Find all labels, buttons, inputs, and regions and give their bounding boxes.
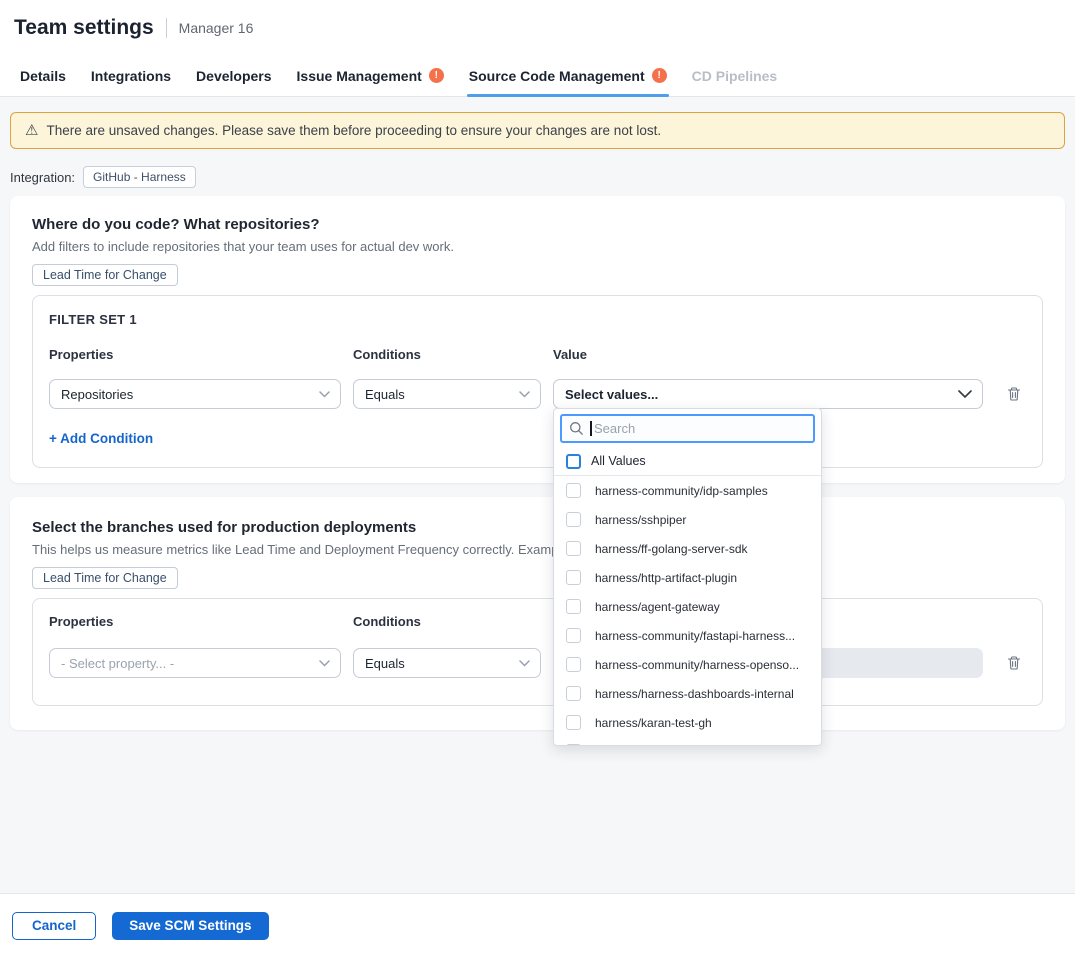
properties-select[interactable]: - Select property... -: [49, 648, 341, 678]
list-item[interactable]: harness-community/fastapi-harness...: [554, 621, 821, 650]
page-title: Team settings: [14, 16, 154, 40]
integration-label: Integration:: [10, 170, 75, 185]
tab-label: Integrations: [91, 68, 171, 84]
tab-details[interactable]: Details: [18, 55, 68, 96]
filter-row: - Select property... - Equals: [49, 648, 1026, 678]
lead-time-tag: Lead Time for Change: [32, 567, 178, 589]
checkbox[interactable]: [566, 541, 581, 556]
checkbox[interactable]: [566, 686, 581, 701]
section-title: Where do you code? What repositories?: [32, 216, 1043, 233]
chevron-down-icon: [958, 390, 972, 399]
list-item[interactable]: harness/harness-dashboards-internal: [554, 679, 821, 708]
add-condition-button[interactable]: + Add Condition: [49, 431, 153, 446]
properties-label: Properties: [49, 347, 341, 362]
section-subtitle: This helps us measure metrics like Lead …: [32, 542, 1043, 557]
branches-card: Select the branches used for production …: [10, 497, 1065, 730]
chevron-down-icon: [319, 391, 330, 398]
value-label: Value: [553, 347, 983, 362]
repositories-card: Where do you code? What repositories? Ad…: [10, 196, 1065, 483]
list-item[interactable]: harness/ff-golang-server-sdk: [554, 534, 821, 563]
tab-issue-management[interactable]: Issue Management !: [295, 55, 446, 96]
footer-actions: Cancel Save SCM Settings: [0, 893, 1075, 954]
page-header: Team settings Manager 16: [0, 0, 1075, 55]
list-item[interactable]: harness/agent-gateway: [554, 592, 821, 621]
section-subtitle: Add filters to include repositories that…: [32, 239, 1043, 254]
list-item[interactable]: harness/sshpiper: [554, 505, 821, 534]
chevron-down-icon: [519, 660, 530, 667]
value-dropdown-panel: All Values harness-community/idp-samples…: [553, 408, 822, 746]
value-multiselect[interactable]: Select values...: [553, 379, 983, 409]
properties-select-placeholder: - Select property... -: [61, 656, 174, 671]
tab-source-code-management[interactable]: Source Code Management !: [467, 55, 669, 96]
cancel-button[interactable]: Cancel: [12, 912, 96, 940]
filter-column-labels: Properties Conditions: [49, 614, 1026, 629]
search-icon: [569, 421, 584, 436]
tab-integrations[interactable]: Integrations: [89, 55, 173, 96]
dropdown-search: [560, 414, 815, 443]
all-values-label: All Values: [591, 454, 646, 468]
banner-text: There are unsaved changes. Please save t…: [46, 123, 661, 138]
integration-row: Integration: GitHub - Harness: [10, 166, 1065, 188]
properties-select-value: Repositories: [61, 387, 133, 402]
list-item[interactable]: harness/karan-test-gh: [554, 708, 821, 737]
unsaved-changes-banner: ⚠ There are unsaved changes. Please save…: [10, 112, 1065, 149]
properties-label: Properties: [49, 614, 341, 629]
checkbox[interactable]: [566, 657, 581, 672]
section-title: Select the branches used for production …: [32, 519, 1043, 536]
checkbox[interactable]: [566, 570, 581, 585]
title-divider: [166, 18, 167, 38]
tab-label: Source Code Management: [469, 68, 645, 84]
tab-label: Details: [20, 68, 66, 84]
chevron-down-icon: [319, 660, 330, 667]
checkbox[interactable]: [566, 454, 581, 469]
conditions-select[interactable]: Equals: [353, 648, 541, 678]
list-item[interactable]: harness-community/harness-openso...: [554, 650, 821, 679]
checkbox[interactable]: [566, 715, 581, 730]
all-values-option[interactable]: All Values: [554, 447, 821, 476]
filter-row: Repositories Equals Select values...: [49, 379, 1026, 409]
main-content: ⚠ There are unsaved changes. Please save…: [0, 97, 1075, 730]
trash-icon: [1006, 655, 1022, 671]
text-cursor: [590, 421, 592, 436]
checkbox[interactable]: [566, 744, 581, 746]
properties-select[interactable]: Repositories: [49, 379, 341, 409]
alert-badge-icon: !: [429, 68, 444, 83]
conditions-select[interactable]: Equals: [353, 379, 541, 409]
warning-triangle-icon: ⚠: [25, 123, 38, 138]
tab-label: Developers: [196, 68, 271, 84]
page-subtitle: Manager 16: [179, 20, 254, 36]
tab-developers[interactable]: Developers: [194, 55, 273, 96]
list-item-partial[interactable]: harness/internal-test-dashboard: [554, 737, 821, 746]
filter-column-labels: Properties Conditions Value: [49, 347, 1026, 362]
filter-set-1: FILTER SET 1 Properties Conditions Value…: [32, 295, 1043, 468]
checkbox[interactable]: [566, 628, 581, 643]
checkbox[interactable]: [566, 512, 581, 527]
conditions-select-value: Equals: [365, 387, 405, 402]
trash-icon: [1006, 386, 1022, 402]
filter-set-title: FILTER SET 1: [49, 312, 1026, 327]
tab-label: CD Pipelines: [692, 68, 778, 84]
value-select-placeholder: Select values...: [565, 387, 658, 402]
conditions-label: Conditions: [353, 347, 541, 362]
list-item[interactable]: harness-community/idp-samples: [554, 476, 821, 505]
search-input[interactable]: [560, 414, 815, 443]
tab-bar: Details Integrations Developers Issue Ma…: [0, 55, 1075, 97]
alert-badge-icon: !: [652, 68, 667, 83]
chevron-down-icon: [519, 391, 530, 398]
filter-set-branches: Properties Conditions - Select property.…: [32, 598, 1043, 706]
integration-chip[interactable]: GitHub - Harness: [83, 166, 196, 188]
tab-label: Issue Management: [297, 68, 422, 84]
save-scm-settings-button[interactable]: Save SCM Settings: [112, 912, 268, 940]
tab-cd-pipelines[interactable]: CD Pipelines: [690, 55, 780, 96]
page: Team settings Manager 16 Details Integra…: [0, 0, 1075, 954]
checkbox[interactable]: [566, 483, 581, 498]
checkbox[interactable]: [566, 599, 581, 614]
conditions-label: Conditions: [353, 614, 541, 629]
delete-filter-button[interactable]: [1004, 653, 1024, 673]
delete-filter-button[interactable]: [1004, 384, 1024, 404]
list-item[interactable]: harness/http-artifact-plugin: [554, 563, 821, 592]
conditions-select-value: Equals: [365, 656, 405, 671]
lead-time-tag: Lead Time for Change: [32, 264, 178, 286]
